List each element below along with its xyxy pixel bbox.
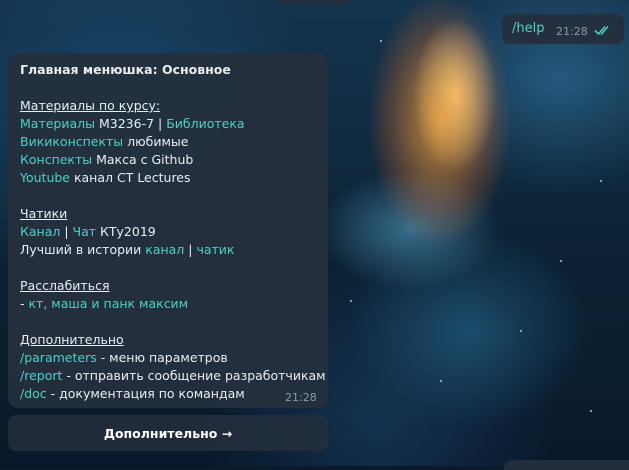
group-name-text: КТу2019 [96, 224, 156, 239]
outgoing-message-text: /help [512, 21, 545, 36]
wiki-line: Викиконспекты любимые [20, 133, 189, 151]
command-report[interactable]: /report [20, 368, 62, 383]
command-doc[interactable]: /doc [20, 386, 47, 401]
youtube-line: Youtube канал CT Lectures [20, 169, 191, 187]
best-ever-line: Лучший в истории канал | чатик [20, 241, 235, 259]
youtube-line-text: канал CT Lectures [70, 170, 191, 185]
relax-line: - кт, маша и панк максим [20, 295, 188, 313]
command-doc-desc: - документация по командам [46, 386, 245, 401]
section-heading-materials: Материалы по курсу: [20, 98, 161, 113]
link-relax[interactable]: кт, маша и панк максим [28, 296, 188, 311]
link-wikiconspects[interactable]: Викиконспекты [20, 134, 123, 149]
wiki-line-text: любимые [123, 134, 189, 149]
conspects-line-text: Макса с Github [92, 152, 194, 167]
best-ever-text: Лучший в истории [20, 242, 146, 257]
separator: | [184, 242, 197, 257]
section-heading-extra: Дополнительно [20, 332, 124, 347]
materials-line: Материалы M3236-7 | Библиотека [20, 115, 245, 133]
link-best-chat[interactable]: чатик [196, 242, 234, 257]
star [520, 330, 522, 332]
star [590, 410, 592, 412]
incoming-message-time: 21:28 [285, 391, 317, 404]
link-channel[interactable]: Канал [20, 224, 60, 239]
message-title: Главная менюшка: Основное [20, 62, 231, 77]
date-pill [276, 0, 352, 4]
channel-chat-line: Канал | Чат КТу2019 [20, 223, 156, 241]
link-library[interactable]: Библиотека [166, 116, 244, 131]
star [560, 260, 562, 262]
outgoing-message[interactable]: /help 21:28 [502, 14, 624, 44]
star [350, 300, 352, 302]
double-check-icon [594, 25, 609, 36]
star [380, 40, 382, 42]
input-area-edge [504, 460, 629, 470]
outgoing-message-time: 21:28 [556, 25, 588, 38]
link-chat[interactable]: Чат [73, 224, 97, 239]
section-heading-chats: Чатики [20, 206, 68, 221]
star [600, 180, 602, 182]
link-youtube[interactable]: Youtube [20, 170, 70, 185]
command-parameters[interactable]: /parameters [20, 350, 97, 365]
section-heading-relax: Расслабиться [20, 278, 110, 293]
link-materials[interactable]: Материалы [20, 116, 95, 131]
command-report-line: /report - отправить сообщение разработчи… [20, 367, 326, 385]
command-parameters-desc: - меню параметров [96, 350, 228, 365]
command-parameters-line: /parameters - меню параметров [20, 349, 228, 367]
star [440, 380, 442, 382]
link-best-channel[interactable]: канал [145, 242, 184, 257]
materials-group-text: M3236-7 | [95, 116, 167, 131]
command-doc-line: /doc - документация по командам [20, 385, 245, 403]
incoming-message[interactable]: Главная менюшка: Основное Материалы по к… [8, 53, 328, 408]
conspects-line: Конспекты Макса с Github [20, 151, 193, 169]
separator: | [60, 224, 73, 239]
command-report-desc: - отправить сообщение разработчикам [62, 368, 326, 383]
more-inline-button[interactable]: Дополнительно → [8, 415, 328, 451]
link-conspects[interactable]: Конспекты [20, 152, 92, 167]
